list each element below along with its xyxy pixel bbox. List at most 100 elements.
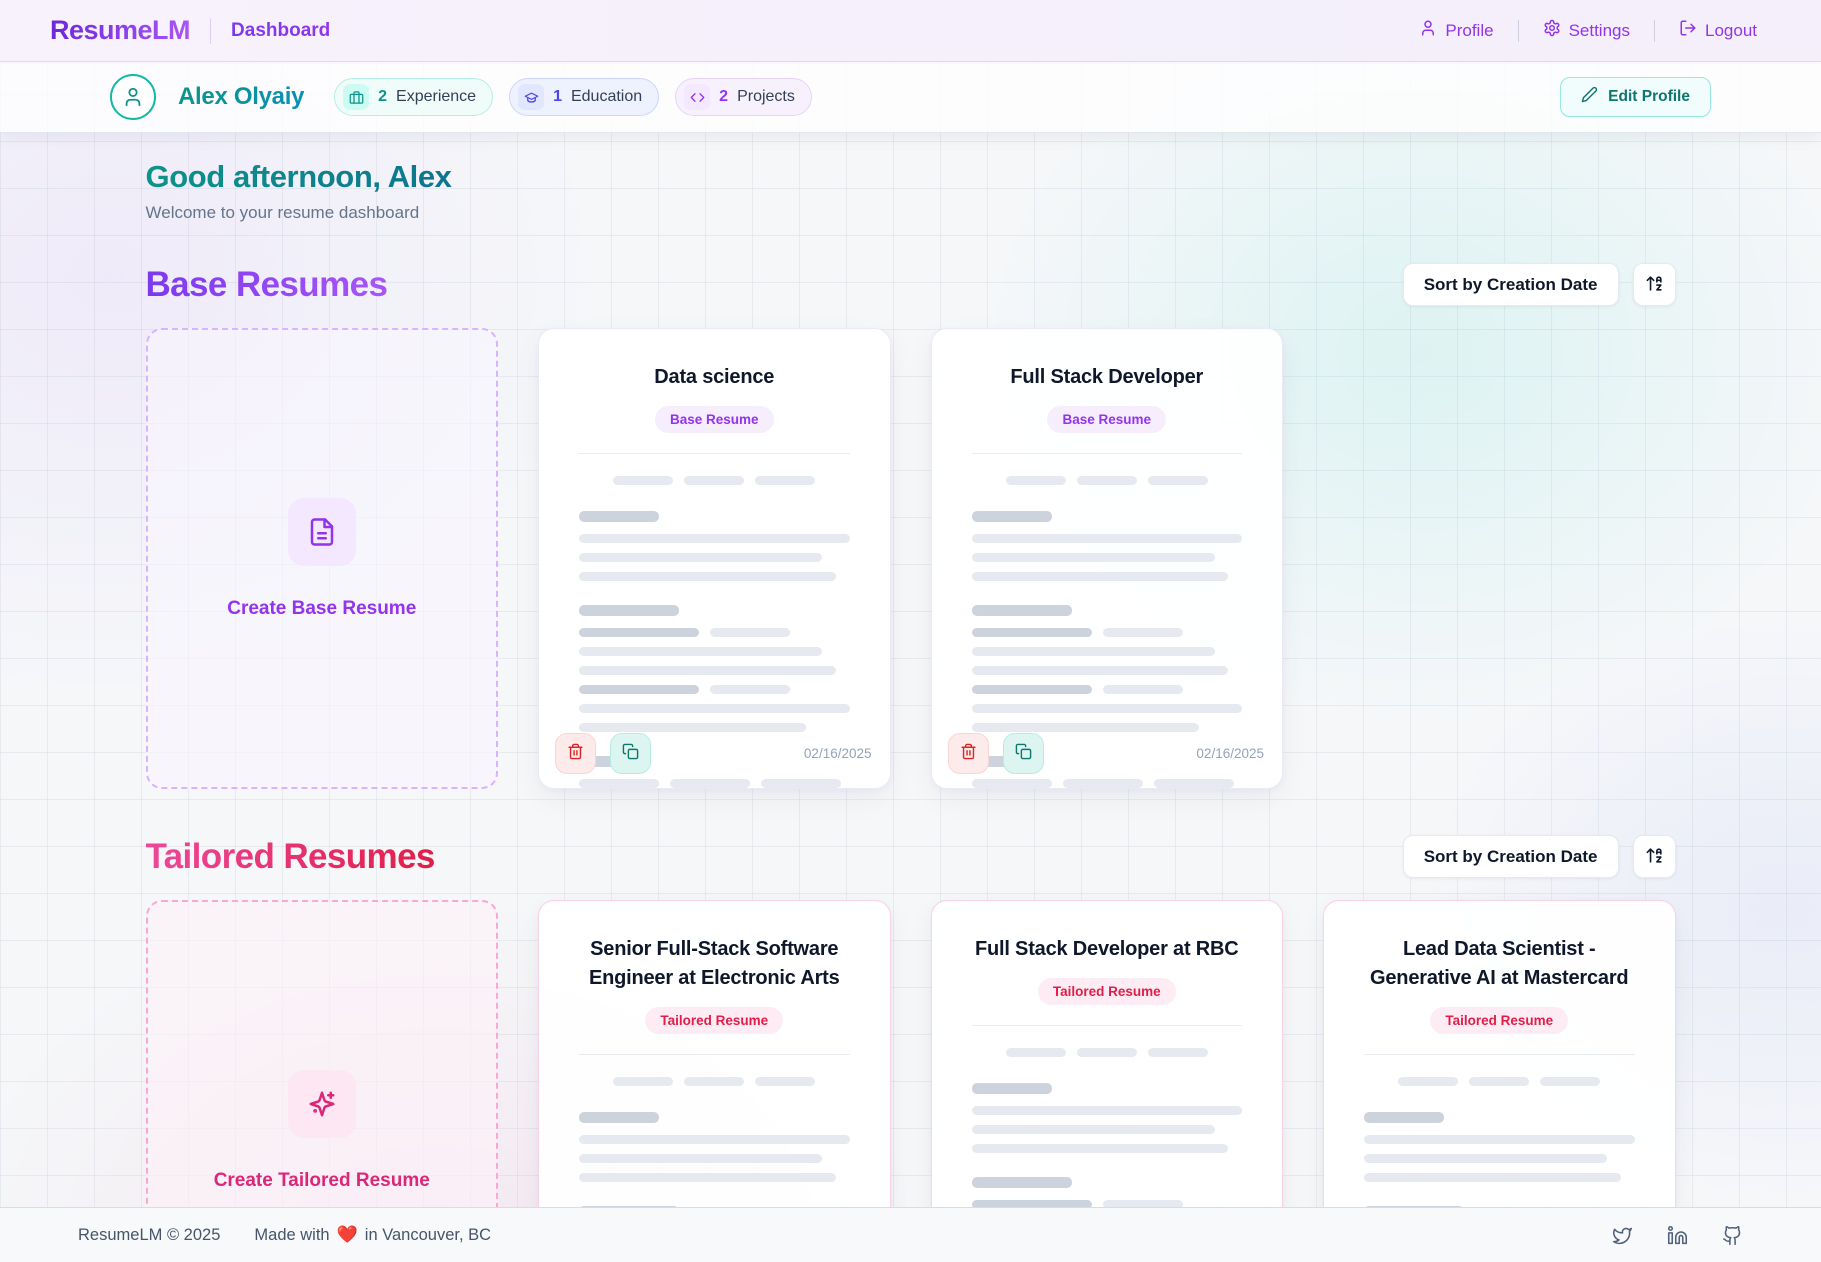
profile-bar: Alex Olyaiy 2 Experience 1 Education [0,62,1821,133]
base-resumes-section: Base Resumes Sort by Creation Date Creat [146,263,1676,789]
copy-icon [1015,743,1032,765]
resume-type-badge: Tailored Resume [1430,1007,1568,1034]
card-divider [579,1054,850,1055]
greeting-title: Good afternoon, Alex [146,159,452,195]
card-divider [1364,1054,1635,1055]
tailored-sort-direction-button[interactable] [1633,835,1676,878]
footer-made-with-text: Made with [254,1226,329,1245]
resume-type-badge: Base Resume [655,406,774,433]
footer-location-text: in Vancouver, BC [365,1226,491,1245]
breadcrumb-dashboard[interactable]: Dashboard [231,20,330,42]
graduation-cap-icon [518,84,544,110]
delete-resume-button[interactable] [555,733,596,774]
duplicate-resume-button[interactable] [610,733,651,774]
nav-divider [1654,20,1655,42]
create-base-resume-label: Create Base Resume [227,598,416,620]
logout-icon [1679,19,1697,42]
card-divider [972,1025,1243,1026]
duplicate-resume-button[interactable] [1003,733,1044,774]
create-base-resume-card[interactable]: Create Base Resume [146,328,499,789]
profile-badges: 2 Experience 1 Education 2 Projects [334,78,812,116]
base-resumes-grid: Create Base Resume Data science Base Res… [146,328,1676,789]
base-section-title: Base Resumes [146,265,388,305]
resume-dashboard-page: ResumeLM Dashboard Profile Settings [0,0,1821,1262]
briefcase-icon [343,84,369,110]
tailored-section-header: Tailored Resumes Sort by Creation Date [146,835,1676,878]
experience-count: 2 [378,88,387,106]
card-divider [972,453,1243,454]
create-tailored-resume-label: Create Tailored Resume [214,1170,430,1192]
resume-card-full-stack-developer[interactable]: Full Stack Developer Base Resume [931,328,1284,789]
card-footer: 02/16/2025 [555,733,872,774]
nav-divider [210,18,211,44]
tailored-resumes-section: Tailored Resumes Sort by Creation Date C [146,835,1676,1262]
nav-settings-link[interactable]: Settings [1529,11,1644,50]
tailored-sort-controls: Sort by Creation Date [1403,835,1676,878]
tailored-section-title: Tailored Resumes [146,837,435,877]
empty-grid-slot [1323,328,1676,789]
edit-profile-button[interactable]: Edit Profile [1560,77,1711,117]
base-sort-button[interactable]: Sort by Creation Date [1403,263,1619,306]
resume-type-badge: Tailored Resume [1038,978,1176,1005]
resume-type-badge: Tailored Resume [645,1007,783,1034]
delete-resume-button[interactable] [948,733,989,774]
projects-count: 2 [719,88,728,106]
nav-settings-label: Settings [1569,21,1630,41]
tailored-sort-button[interactable]: Sort by Creation Date [1403,835,1619,878]
resume-type-badge: Base Resume [1047,406,1166,433]
footer-social-links [1612,1225,1743,1246]
sparkles-icon [288,1070,356,1138]
gear-icon [1543,19,1561,42]
resume-card-title: Full Stack Developer [972,363,1243,392]
linkedin-icon[interactable] [1667,1225,1688,1246]
resume-card-title: Lead Data Scientist - Generative AI at M… [1364,935,1635,993]
main-content: Good afternoon, Alex Welcome to your res… [146,133,1676,1262]
heart-icon: ❤️ [337,1225,358,1245]
resume-card-title: Senior Full-Stack Software Engineer at E… [579,935,850,993]
resume-card-title: Data science [579,363,850,392]
base-sort-controls: Sort by Creation Date [1403,263,1676,306]
twitter-icon[interactable] [1612,1225,1633,1246]
resume-creation-date: 02/16/2025 [1196,746,1264,761]
base-sort-direction-button[interactable] [1633,263,1676,306]
nav-profile-link[interactable]: Profile [1405,11,1507,50]
page-footer: ResumeLM © 2025 Made with ❤️ in Vancouve… [0,1207,1821,1262]
base-section-header: Base Resumes Sort by Creation Date [146,263,1676,306]
profile-name: Alex Olyaiy [178,83,304,111]
nav-logout-label: Logout [1705,21,1757,41]
sort-az-icon [1645,274,1664,296]
trash-icon [960,743,977,765]
experience-label: Experience [396,88,476,106]
trash-icon [567,743,584,765]
code-icon [684,84,710,110]
footer-text: ResumeLM © 2025 Made with ❤️ in Vancouve… [78,1225,491,1245]
avatar [110,74,156,120]
nav-divider [1518,20,1519,42]
pencil-icon [1581,86,1598,108]
education-label: Education [571,88,642,106]
nav-profile-label: Profile [1445,21,1493,41]
sort-az-icon [1645,846,1664,868]
projects-badge: 2 Projects [675,78,812,116]
card-footer: 02/16/2025 [948,733,1265,774]
document-icon [288,498,356,566]
edit-profile-label: Edit Profile [1608,88,1690,106]
footer-copyright: ResumeLM © 2025 [78,1226,220,1245]
github-icon[interactable] [1722,1225,1743,1246]
navbar-links: Profile Settings Logout [1405,11,1771,50]
user-icon [1419,19,1437,42]
education-badge: 1 Education [509,78,659,116]
nav-logout-link[interactable]: Logout [1665,11,1771,50]
brand-logo[interactable]: ResumeLM [50,15,190,46]
projects-label: Projects [737,88,795,106]
card-divider [579,453,850,454]
resume-creation-date: 02/16/2025 [804,746,872,761]
resume-card-title: Full Stack Developer at RBC [972,935,1243,964]
education-count: 1 [553,88,562,106]
greeting-subtitle: Welcome to your resume dashboard [146,203,1676,223]
top-navbar: ResumeLM Dashboard Profile Settings [0,0,1821,62]
footer-made-with: Made with ❤️ in Vancouver, BC [254,1225,491,1245]
copy-icon [622,743,639,765]
experience-badge: 2 Experience [334,78,493,116]
resume-card-data-science[interactable]: Data science Base Resume [538,328,891,789]
